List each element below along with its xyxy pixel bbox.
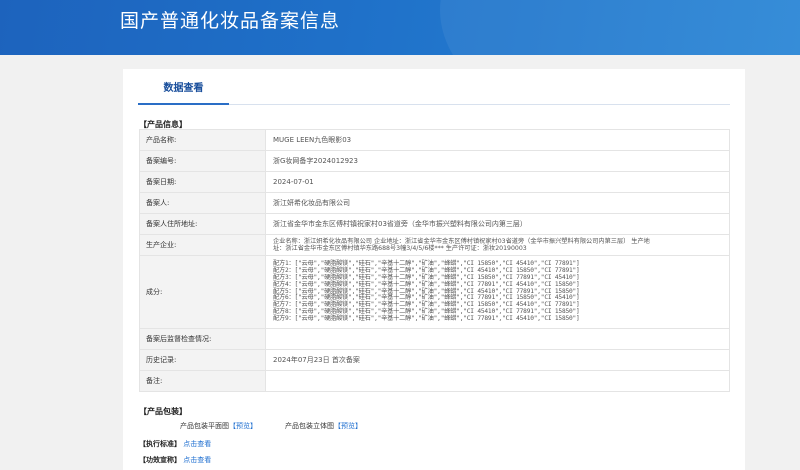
row-label: 成分: [139,255,266,329]
row-label: 备案人: [139,192,266,214]
row-label: 备案人住所地址: [139,213,266,235]
tab-bar: 数据查看 [138,76,730,105]
row-label: 备案日期: [139,171,266,193]
table-row: 备注: [139,370,730,392]
efficacy-row: 【功效宣称】 点击查看 [139,455,211,465]
header-banner: 国产普通化妆品备案信息 [0,0,800,55]
table-row: 成分: 配方1：["云母","硬脂酸镁","硅石","辛基十二醇","矿油","… [139,255,730,329]
product-name-value: MUGE LEEN九色眼影03 [265,129,730,151]
section-title-efficacy: 【功效宣称】 [139,456,181,464]
packaging-flat-preview-link[interactable]: 【预览】 [229,422,257,430]
section-title-packaging: 【产品包装】 [139,407,187,416]
producer-line-1: 企业名称：浙江妍希化妆品有限公司 企业地址：浙江省金华市金东区傅村镇祝家村03省… [273,238,650,245]
efficacy-view-link[interactable]: 点击查看 [183,456,211,464]
table-row: 生产企业: 企业名称：浙江妍希化妆品有限公司 企业地址：浙江省金华市金东区傅村镇… [139,234,730,256]
record-number-value: 浙G妆网备字2024012923 [265,150,730,172]
filer-address-value: 浙江省金华市金东区傅村镇祝家村03省道旁（金华市振兴塑料有限公司内第三层） [265,213,730,235]
formula-line: 配方9：["云母","硬脂酸镁","硅石","辛基十二醇","矿油","蜂蜡",… [273,314,580,322]
table-row: 产品名称: MUGE LEEN九色眼影03 [139,129,730,151]
standard-view-link[interactable]: 点击查看 [183,440,211,448]
table-row: 历史记录: 2024年07月23日 首次备案 [139,349,730,371]
table-row: 备案日期: 2024-07-01 [139,171,730,193]
section-title-standard: 【执行标准】 [139,440,181,448]
packaging-solid-label: 产品包装立体图 [285,422,334,430]
remark-value [265,370,730,392]
tab-data-view[interactable]: 数据查看 [138,76,229,105]
packaging-solid: 产品包装立体图【预览】 [285,421,362,431]
record-date-value: 2024-07-01 [265,171,730,193]
product-info-table: 产品名称: MUGE LEEN九色眼影03 备案编号: 浙G妆网备字202401… [139,129,730,392]
table-row: 备案人: 浙江妍希化妆品有限公司 [139,192,730,214]
table-row: 备案后监督检查情况: [139,328,730,350]
row-label: 产品名称: [139,129,266,151]
table-row: 备案编号: 浙G妆网备字2024012923 [139,150,730,172]
packaging-flat: 产品包装平面图【预览】 [180,421,257,431]
packaging-solid-preview-link[interactable]: 【预览】 [334,422,362,430]
row-label: 生产企业: [139,234,266,256]
row-label: 备注: [139,370,266,392]
history-value: 2024年07月23日 首次备案 [265,349,730,371]
table-row: 备案人住所地址: 浙江省金华市金东区傅村镇祝家村03省道旁（金华市振兴塑料有限公… [139,213,730,235]
standard-row: 【执行标准】 点击查看 [139,439,211,449]
packaging-flat-label: 产品包装平面图 [180,422,229,430]
inspection-value [265,328,730,350]
producer-value: 企业名称：浙江妍希化妆品有限公司 企业地址：浙江省金华市金东区傅村镇祝家村03省… [265,234,730,256]
ingredients-value: 配方1：["云母","硬脂酸镁","硅石","辛基十二醇","矿油","蜂蜡",… [265,255,730,329]
producer-line-2: 址：浙江省金华市金东区傅村镇华东路688号3幢3/4/5/6楼*** 生产许可证… [273,245,527,252]
row-label: 历史记录: [139,349,266,371]
row-label: 备案后监督检查情况: [139,328,266,350]
filer-value: 浙江妍希化妆品有限公司 [265,192,730,214]
row-label: 备案编号: [139,150,266,172]
page-title: 国产普通化妆品备案信息 [120,10,341,32]
